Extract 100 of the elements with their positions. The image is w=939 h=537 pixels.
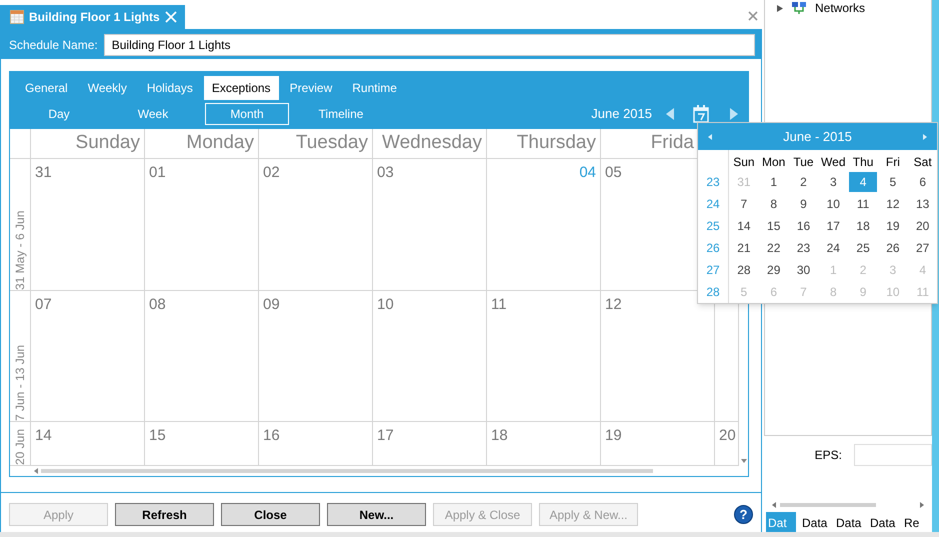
tab[interactable]: Exceptions — [204, 76, 279, 100]
scroll-left-icon[interactable] — [772, 502, 776, 508]
previous-icon[interactable] — [666, 108, 675, 120]
date-cell[interactable]: 20 — [908, 216, 937, 236]
calendar-cell[interactable]: 18 — [487, 422, 601, 466]
scroll-down-icon[interactable] — [740, 459, 746, 463]
date-cell[interactable]: 2 — [790, 172, 818, 192]
date-cell[interactable]: 19 — [878, 216, 907, 236]
date-number: 17 — [377, 426, 394, 446]
tab[interactable]: Runtime — [343, 76, 406, 100]
next-icon[interactable] — [729, 108, 738, 120]
day-header: Tuesday — [259, 129, 373, 159]
date-cell[interactable]: 22 — [760, 238, 788, 258]
date-cell[interactable]: 30 — [790, 260, 818, 280]
date-cell[interactable]: 3 — [819, 172, 848, 192]
date-cell[interactable]: 11 — [849, 194, 877, 214]
date-cell[interactable]: 1 — [760, 172, 788, 192]
date-number: 03 — [377, 163, 394, 183]
date-cell[interactable]: 7 — [730, 194, 758, 214]
calendar-cell[interactable]: 20 — [715, 422, 739, 466]
calendar-cell[interactable]: 04 — [487, 159, 601, 291]
scroll-right-icon[interactable] — [920, 502, 924, 508]
action-button[interactable]: Refresh — [115, 503, 214, 526]
calendar-cell[interactable]: 14 — [31, 422, 145, 466]
panel-tab[interactable]: Data — [868, 512, 898, 533]
calendar-cell[interactable]: 03 — [373, 159, 487, 291]
tree-item[interactable]: Networks — [815, 0, 866, 17]
view-tab[interactable]: Month — [205, 102, 289, 124]
tab[interactable]: General — [16, 76, 77, 100]
previous-icon[interactable] — [708, 134, 712, 140]
date-number: 14 — [35, 426, 52, 446]
date-cell[interactable]: 18 — [849, 216, 877, 236]
view-tab[interactable]: Timeline — [299, 102, 383, 124]
calendar-cell[interactable]: 07 — [31, 291, 145, 422]
week-number: 24 — [698, 193, 729, 215]
panel-tab[interactable]: Re — [902, 512, 932, 533]
calendar-cell[interactable]: 01 — [145, 159, 259, 291]
calendar-cell[interactable]: 17 — [373, 422, 487, 466]
tab[interactable]: Weekly — [78, 76, 136, 100]
date-cell[interactable]: 29 — [760, 260, 788, 280]
date-cell[interactable]: 5 — [878, 172, 907, 192]
scroll-left-icon[interactable] — [34, 468, 38, 474]
date-cell[interactable]: 28 — [730, 260, 758, 280]
date-number: 31 — [35, 163, 52, 183]
weekday-label: Thu — [852, 154, 874, 171]
date-cell[interactable]: 14 — [730, 216, 758, 236]
weekday-label: Wed — [820, 154, 847, 171]
date-cell[interactable]: 12 — [878, 194, 907, 214]
calendar-cell[interactable]: 11 — [487, 291, 601, 422]
date-cell[interactable]: 27 — [908, 238, 937, 258]
tab[interactable]: Preview — [280, 76, 342, 100]
eps-field[interactable] — [854, 444, 932, 466]
date-cell[interactable]: 16 — [790, 216, 818, 236]
date-cell[interactable]: 9 — [790, 194, 818, 214]
date-cell[interactable]: 8 — [760, 194, 788, 214]
date-number: 15 — [149, 426, 166, 446]
calendar-cell[interactable]: 02 — [259, 159, 373, 291]
calendar-cell[interactable]: 10 — [373, 291, 487, 422]
calendar-cell[interactable]: 15 — [145, 422, 259, 466]
date-number: 02 — [263, 163, 280, 183]
document-tab[interactable]: Building Floor 1 Lights — [0, 5, 185, 29]
help-button[interactable]: ? — [734, 505, 753, 524]
date-cell[interactable]: 25 — [849, 238, 877, 258]
action-button[interactable]: New... — [327, 503, 426, 526]
calendar-cell[interactable]: 08 — [145, 291, 259, 422]
date-cell[interactable]: 6 — [908, 172, 937, 192]
date-number: 18 — [491, 426, 508, 446]
calendar-cell[interactable]: 31 — [31, 159, 145, 291]
panel-tab[interactable]: Data — [800, 512, 830, 533]
calendar-cell[interactable]: 19 — [601, 422, 715, 466]
close-icon[interactable] — [748, 11, 758, 21]
date-cell[interactable]: 23 — [790, 238, 818, 258]
schedule-name-field[interactable]: Building Floor 1 Lights — [104, 34, 755, 56]
date-number: 07 — [35, 295, 52, 315]
date-cell[interactable]: 13 — [908, 194, 937, 214]
panel-tab[interactable]: Dat — [766, 512, 796, 533]
date-number: 11 — [491, 295, 507, 315]
panel-tab[interactable]: Data — [834, 512, 864, 533]
calendar-icon[interactable] — [693, 104, 709, 122]
date-number: 05 — [605, 163, 622, 183]
calendar-cell[interactable]: 16 — [259, 422, 373, 466]
view-tab[interactable]: Day — [17, 102, 101, 124]
expander-icon[interactable] — [777, 4, 783, 12]
scrollbar-thumb[interactable] — [780, 503, 876, 507]
date-cell[interactable]: 21 — [730, 238, 758, 258]
date-cell[interactable]: 4 — [849, 172, 877, 192]
next-icon[interactable] — [922, 134, 927, 140]
tab[interactable]: Holidays — [138, 76, 202, 100]
date-cell[interactable]: 15 — [760, 216, 788, 236]
date-cell[interactable]: 17 — [819, 216, 848, 236]
week-number: 27 — [698, 259, 729, 281]
date-cell[interactable]: 10 — [819, 194, 848, 214]
view-tab[interactable]: Week — [111, 102, 195, 124]
date-cell[interactable]: 26 — [878, 238, 907, 258]
week-number: 23 — [698, 171, 729, 193]
date-cell[interactable]: 24 — [819, 238, 848, 258]
calendar-cell[interactable]: 09 — [259, 291, 373, 422]
action-button[interactable]: Close — [221, 503, 320, 526]
week-range-label: 7 Jun - 13 Jun — [12, 344, 28, 421]
scrollbar-thumb[interactable] — [41, 469, 653, 473]
